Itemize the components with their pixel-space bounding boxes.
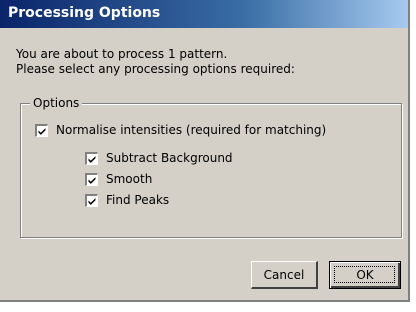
normalise-intensities-checkbox-row[interactable]: Normalise intensities (required for matc… bbox=[35, 122, 326, 138]
find-peaks-checkbox[interactable] bbox=[85, 193, 98, 207]
checkmark-icon bbox=[38, 127, 46, 135]
options-group-label: Options bbox=[30, 96, 83, 110]
intro-text: You are about to process 1 pattern. Plea… bbox=[16, 47, 295, 77]
find-peaks-label: Find Peaks bbox=[106, 193, 170, 207]
smooth-checkbox[interactable] bbox=[85, 172, 98, 186]
title-bar[interactable]: Processing Options bbox=[0, 0, 408, 28]
checkmark-icon bbox=[88, 176, 96, 184]
processing-options-dialog: Processing Options You are about to proc… bbox=[0, 0, 410, 302]
intro-line-1: You are about to process 1 pattern. bbox=[16, 47, 228, 61]
checkmark-icon bbox=[88, 197, 96, 205]
checkmark-icon bbox=[88, 155, 96, 163]
subtract-background-checkbox[interactable] bbox=[85, 151, 98, 165]
subtract-background-label: Subtract Background bbox=[106, 151, 233, 165]
normalise-intensities-checkbox[interactable] bbox=[35, 123, 48, 137]
subtract-background-checkbox-row[interactable]: Subtract Background bbox=[85, 150, 233, 166]
smooth-label: Smooth bbox=[106, 172, 153, 186]
intro-line-2: Please select any processing options req… bbox=[16, 62, 295, 76]
smooth-checkbox-row[interactable]: Smooth bbox=[85, 171, 152, 187]
dialog-title: Processing Options bbox=[8, 5, 161, 21]
ok-button[interactable]: OK bbox=[329, 261, 401, 289]
find-peaks-checkbox-row[interactable]: Find Peaks bbox=[85, 192, 169, 208]
focus-rectangle bbox=[334, 266, 395, 283]
cancel-button[interactable]: Cancel bbox=[251, 261, 318, 289]
normalise-intensities-label: Normalise intensities (required for matc… bbox=[56, 123, 327, 137]
